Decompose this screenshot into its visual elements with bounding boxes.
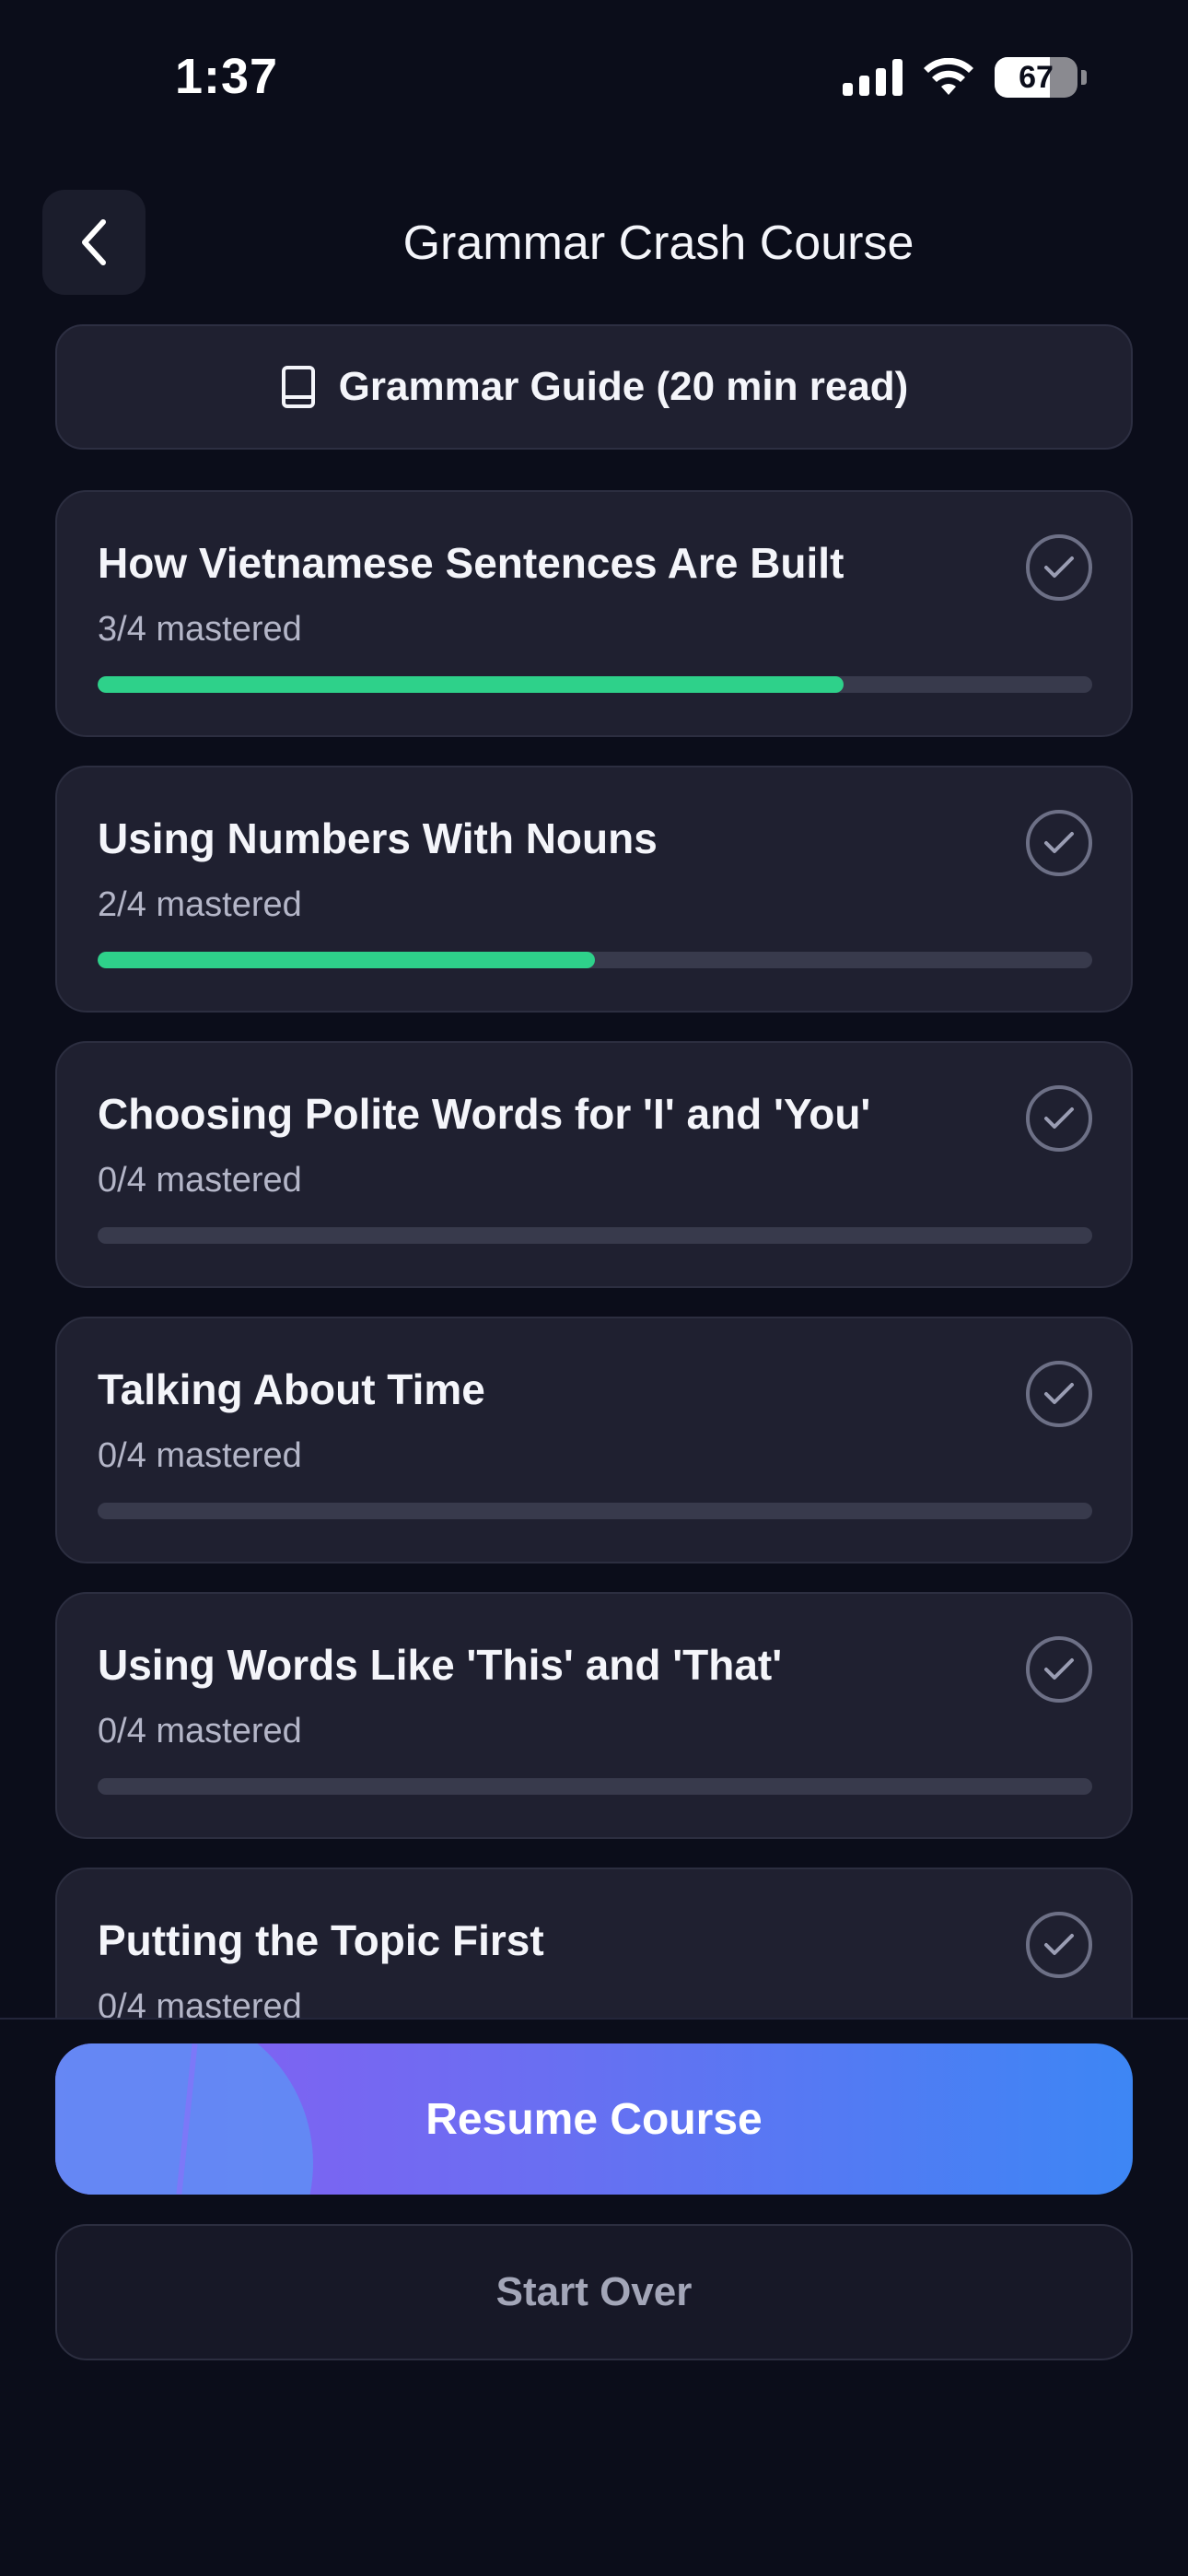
lesson-title: Talking About Time xyxy=(98,1365,485,1413)
lesson-progress-text: 2/4 mastered xyxy=(98,885,302,924)
lesson-title: Using Numbers With Nouns xyxy=(98,814,658,862)
lesson-title: How Vietnamese Sentences Are Built xyxy=(98,539,844,587)
lesson-progress-text: 0/4 mastered xyxy=(98,1712,302,1751)
lesson-card[interactable]: Talking About Time 0/4 mastered xyxy=(55,1317,1133,1563)
lesson-title: Putting the Topic First xyxy=(98,1916,544,1964)
lesson-card[interactable]: Using Numbers With Nouns 2/4 mastered xyxy=(55,766,1133,1013)
lesson-progress-fill xyxy=(98,952,595,968)
check-circle-icon xyxy=(1026,810,1092,876)
lesson-card[interactable]: Using Words Like 'This' and 'That' 0/4 ma… xyxy=(55,1592,1133,1839)
grammar-guide-label: Grammar Guide (20 min read) xyxy=(338,364,909,409)
lesson-title: Choosing Polite Words for 'I' and 'You' xyxy=(98,1090,871,1138)
lesson-progress-bar xyxy=(98,676,1092,693)
resume-course-label: Resume Course xyxy=(425,2094,763,2144)
lesson-progress-text: 0/4 mastered xyxy=(98,1161,302,1200)
book-icon xyxy=(281,366,315,408)
bottom-divider xyxy=(0,2018,1188,2020)
lesson-progress-fill xyxy=(98,676,844,693)
lesson-progress-bar xyxy=(98,1227,1092,1244)
lesson-progress-text: 3/4 mastered xyxy=(98,610,302,649)
check-circle-icon xyxy=(1026,1085,1092,1152)
lesson-progress-bar xyxy=(98,1503,1092,1519)
grammar-guide-button[interactable]: Grammar Guide (20 min read) xyxy=(55,324,1133,450)
lesson-title: Using Words Like 'This' and 'That' xyxy=(98,1641,783,1689)
lesson-progress-text: 0/4 mastered xyxy=(98,1436,302,1475)
start-over-button[interactable]: Start Over xyxy=(55,2224,1133,2360)
lesson-card[interactable]: Putting the Topic First 0/4 mastered xyxy=(55,1868,1133,2018)
start-over-label: Start Over xyxy=(495,2269,693,2314)
lesson-progress-bar xyxy=(98,952,1092,968)
check-circle-icon xyxy=(1026,1912,1092,1978)
lesson-card[interactable]: How Vietnamese Sentences Are Built 3/4 ma… xyxy=(55,490,1133,737)
resume-course-button[interactable]: Resume Course xyxy=(55,2043,1133,2195)
lesson-progress-text: 0/4 mastered xyxy=(98,1987,302,2018)
check-circle-icon xyxy=(1026,1361,1092,1427)
lesson-card[interactable]: Choosing Polite Words for 'I' and 'You' 0… xyxy=(55,1041,1133,1288)
check-circle-icon xyxy=(1026,1636,1092,1703)
lesson-progress-bar xyxy=(98,1778,1092,1795)
lessons-scroll-area[interactable]: Grammar Guide (20 min read) How Vietname… xyxy=(0,0,1188,2018)
screen: 1:37 67 Grammar Crash Course Grammar Gui… xyxy=(0,0,1188,2576)
check-circle-icon xyxy=(1026,534,1092,601)
